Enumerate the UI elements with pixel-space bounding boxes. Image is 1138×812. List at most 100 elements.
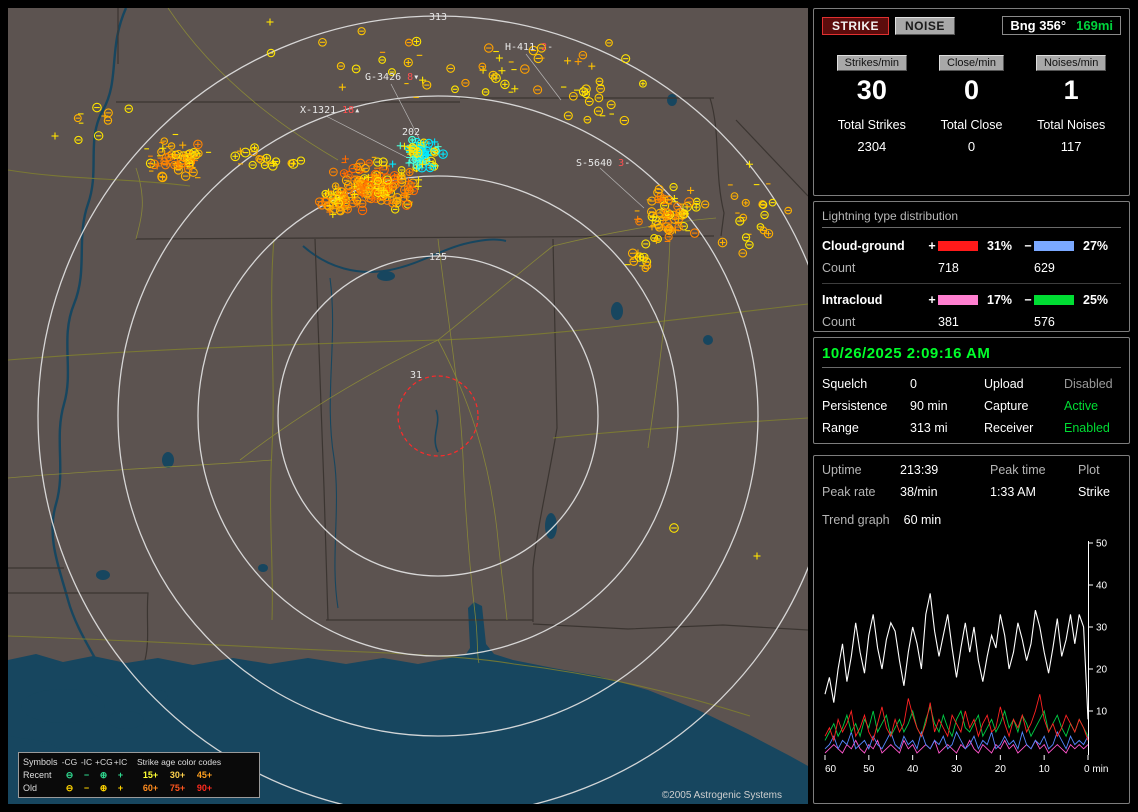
cg-minus-percent: 27% (1083, 239, 1109, 253)
svg-text:20: 20 (1096, 665, 1108, 676)
total-noises-label: Total Noises (1037, 118, 1106, 132)
noises-per-min-value: 1 (1063, 75, 1079, 105)
legend-age-code: 60+ (142, 782, 159, 793)
svg-text:40: 40 (1096, 581, 1108, 592)
bearing-display: Bng 356° 169mi (1002, 16, 1121, 35)
svg-text:30: 30 (1096, 623, 1108, 634)
ic-minus-count: 576 (1034, 315, 1055, 329)
trend-series-cg-plus (824, 694, 1089, 743)
legend-age-code: 75+ (169, 782, 186, 793)
total-strikes-value: 2304 (857, 139, 887, 154)
trend-series-total (824, 593, 1089, 720)
peak-rate-value: 38/min (900, 485, 938, 499)
legend-row: Old ⊖ − ⊕ +60+ 75+ 90+ (23, 781, 255, 794)
legend-age-code: 15+ (142, 769, 159, 780)
minus-sign: − (1024, 239, 1032, 253)
svg-text:60: 60 (825, 764, 837, 775)
legend-strike-symbol-0: ⊖ (65, 769, 74, 780)
map-canvas: 125 313 31 H-411 2- G-3426 8▾ X-1321 18▴ S-564… (8, 8, 808, 804)
legend-row: Symbols -CG -IC +CG +IC Strike age color code… (23, 755, 255, 768)
legend-age-code: 45+ (196, 769, 213, 780)
cg-minus-count: 629 (1034, 261, 1055, 275)
svg-text:10: 10 (1096, 707, 1108, 718)
legend-strike-symbol-3: + (117, 769, 124, 780)
status-box: 10/26/2025 2:09:16 AM Squelch 0 Upload D… (813, 337, 1130, 444)
svg-text:31: 31 (410, 370, 422, 381)
svg-text:H-411 2-: H-411 2- (505, 42, 553, 53)
uptime-label: Uptime (822, 463, 862, 477)
strikes-per-min-value: 30 (856, 75, 887, 105)
ic-plus-percent: 17% (987, 293, 1013, 307)
legend-strike-symbol-2: ⊕ (99, 769, 108, 780)
plus-sign: + (928, 293, 936, 307)
distribution-title: Lightning type distribution (822, 209, 1121, 228)
legend-symbol-type-2: +CG (95, 756, 113, 767)
lightning-map[interactable]: 125 313 31 H-411 2- G-3426 8▾ X-1321 18▴ S-564… (8, 8, 808, 804)
legend-age-code: 90+ (196, 782, 213, 793)
svg-text:125: 125 (429, 252, 447, 263)
plot-label: Plot (1078, 463, 1100, 477)
svg-text:G-3426 8▾: G-3426 8▾ (365, 72, 419, 83)
legend-symbols-header: Symbols (23, 756, 58, 767)
cloud-ground-label: Cloud-ground (822, 239, 905, 253)
datetime-display: 10/26/2025 2:09:16 AM (822, 345, 1121, 368)
roads (8, 8, 808, 717)
legend-row-label: Recent (23, 769, 52, 780)
squelch-label: Squelch (822, 377, 868, 391)
legend-symbol-type-0: -CG (61, 756, 78, 767)
legend-row-label: Old (23, 782, 38, 793)
trend-graph: 50 40 30 20 10 60 50 40 30 20 10 0 min (824, 539, 1108, 775)
range-label: Range (822, 421, 859, 435)
legend-age-header: Strike age color codes (137, 756, 222, 767)
noise-mode-button[interactable]: NOISE (895, 16, 955, 35)
svg-text:X-1321 18▴: X-1321 18▴ (300, 105, 360, 116)
copyright-text: ©2005 Astrogenic Systems (661, 790, 782, 801)
cg-plus-color-bar (938, 241, 978, 251)
minus-sign: − (1024, 293, 1032, 307)
receiver-label: Receiver (984, 421, 1034, 435)
bearing-value: Bng 356° (1010, 18, 1067, 33)
close-per-min-button[interactable]: Close/min (939, 55, 1004, 71)
plus-sign: + (928, 239, 936, 253)
legend-strike-symbol-3: + (117, 782, 124, 793)
capture-status: Active (1064, 399, 1099, 413)
svg-text:50: 50 (1096, 539, 1108, 550)
legend-symbol-type-3: +IC (113, 756, 128, 767)
plot-value: Strike (1078, 485, 1110, 499)
legend-symbol-type-1: -IC (80, 756, 93, 767)
cg-plus-percent: 31% (987, 239, 1013, 253)
legend-age-code: 30+ (169, 769, 186, 780)
upload-label: Upload (984, 377, 1024, 391)
trend-series-ic-plus (824, 739, 1089, 754)
total-noises-value: 117 (1060, 139, 1082, 154)
uptime-value: 213:39 (900, 463, 939, 477)
trend-box: Uptime 213:39 Peak time Plot Peak rate 3… (813, 455, 1130, 804)
svg-text:10: 10 (1039, 764, 1051, 775)
persistence-value: 90 min (910, 399, 948, 413)
squelch-value: 0 (910, 377, 917, 391)
cg-count-label: Count (822, 261, 856, 275)
total-close-value: 0 (967, 139, 976, 154)
noises-per-min-button[interactable]: Noises/min (1035, 55, 1107, 71)
receiver-status: Enabled (1064, 421, 1110, 435)
peak-time-value: 1:33 AM (990, 485, 1036, 499)
peak-time-label: Peak time (990, 463, 1046, 477)
svg-text:0 min: 0 min (1084, 764, 1108, 775)
distribution-box: Lightning type distribution Cloud-ground… (813, 201, 1130, 332)
strike-field (51, 18, 793, 560)
svg-text:40: 40 (907, 764, 919, 775)
legend-strike-symbol-1: − (83, 782, 90, 793)
strike-mode-button[interactable]: STRIKE (822, 16, 890, 35)
upload-status: Disabled (1064, 377, 1113, 391)
bearing-distance: 169mi (1076, 18, 1113, 33)
map-legend: Symbols -CG -IC +CG +IC Strike age color code… (18, 752, 260, 798)
svg-text:30: 30 (951, 764, 963, 775)
ic-plus-count: 381 (938, 315, 959, 329)
total-close-label: Total Close (940, 118, 1003, 132)
strikes-per-min-button[interactable]: Strikes/min (836, 55, 908, 71)
state-borders (8, 8, 808, 661)
svg-text:50: 50 (863, 764, 875, 775)
trend-window-value: 60 min (903, 513, 942, 527)
persistence-label: Persistence (822, 399, 888, 413)
ic-plus-color-bar (938, 295, 978, 305)
